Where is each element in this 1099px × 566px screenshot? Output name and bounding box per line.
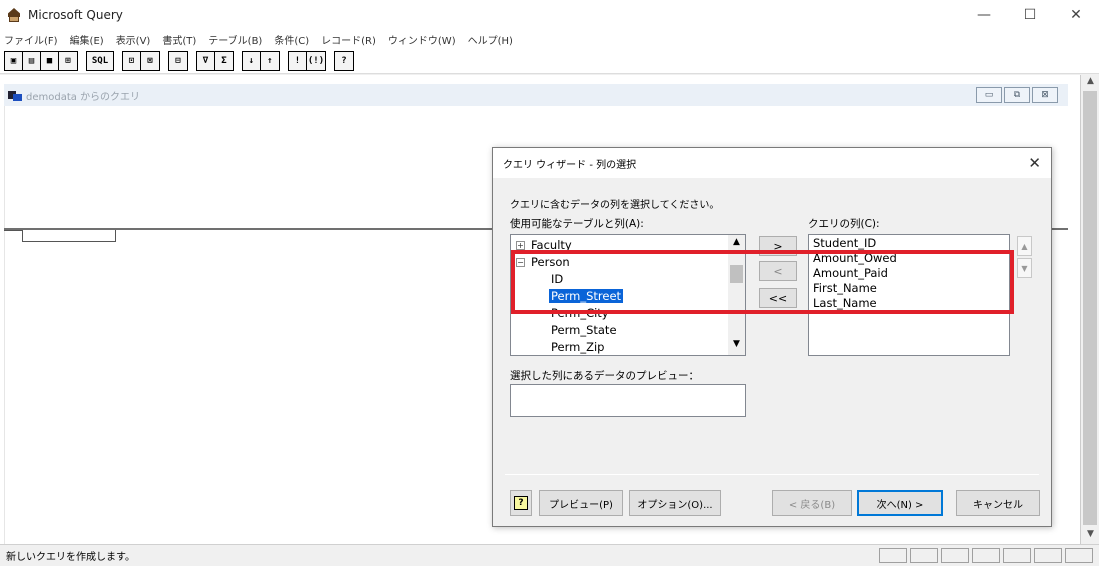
wizard-prompt: クエリに含むデータの列を選択してください。: [510, 200, 720, 211]
criteria-equals-icon[interactable]: ∇: [197, 51, 215, 70]
status-text: 新しいクエリを作成します。: [6, 552, 135, 563]
wizard-help-button[interactable]: ?: [510, 490, 532, 516]
back-button[interactable]: < 戻る(B): [772, 490, 852, 516]
status-panel: [879, 548, 907, 563]
save-icon[interactable]: ■: [41, 51, 59, 70]
toolbar-file-group: ▣ ▤ ■ ⊞: [4, 50, 78, 71]
child-close-icon[interactable]: ⊠: [1032, 87, 1058, 103]
dialog-title-bar: クエリ ウィザード - 列の選択 ✕: [493, 148, 1051, 178]
window-title: Microsoft Query: [28, 8, 123, 22]
menu-file[interactable]: ファイル(F): [4, 32, 58, 47]
grid-line: [4, 230, 22, 231]
next-button[interactable]: 次へ(N) >: [857, 490, 943, 516]
highlight-box: [511, 250, 1014, 314]
sql-icon[interactable]: SQL: [87, 51, 113, 70]
menu-criteria[interactable]: 条件(C): [274, 32, 309, 47]
close-icon[interactable]: ✕: [1053, 0, 1099, 30]
toolbar-sort-group: ↓ ↑: [242, 50, 280, 71]
tree-scroll-down-icon[interactable]: ▼: [728, 339, 745, 353]
tree-item-perm-state[interactable]: Perm_State: [551, 323, 617, 337]
minimize-icon[interactable]: —: [961, 0, 1007, 30]
status-panel: [972, 548, 1000, 563]
sort-descending-icon[interactable]: ↑: [261, 51, 279, 70]
menu-table[interactable]: テーブル(B): [208, 32, 262, 47]
return-data-icon[interactable]: ⊞: [59, 51, 77, 70]
query-window-controls: ▭ ⧉ ⊠: [974, 87, 1058, 103]
child-minimize-icon[interactable]: ▭: [976, 87, 1002, 103]
toolbar-criteria-group: ∇ Σ: [196, 50, 234, 71]
add-tables-icon[interactable]: ⊟: [169, 51, 187, 70]
child-restore-icon[interactable]: ⧉: [1004, 87, 1030, 103]
menu-view[interactable]: 表示(V): [116, 32, 151, 47]
window-controls: — ☐ ✕: [961, 0, 1099, 30]
title-bar: Microsoft Query — ☐ ✕: [0, 0, 1099, 30]
status-panel: [1034, 548, 1062, 563]
menu-window[interactable]: ウィンドウ(W): [388, 32, 456, 47]
query-wizard-dialog: クエリ ウィザード - 列の選択 ✕ クエリに含むデータの列を選択してください。…: [492, 147, 1052, 527]
query-now-icon[interactable]: !: [289, 51, 307, 70]
query-window-title-bar: demodata からのクエリ ▭ ⧉ ⊠: [4, 84, 1068, 106]
options-button[interactable]: オプション(O)...: [629, 490, 721, 516]
scroll-down-icon[interactable]: ▼: [1081, 529, 1099, 543]
show-criteria-icon[interactable]: ⊠: [141, 51, 159, 70]
dialog-close-icon[interactable]: ✕: [1028, 154, 1041, 172]
preview-button[interactable]: プレビュー(P): [539, 490, 623, 516]
toolbar-run-group: ! (!): [288, 50, 326, 71]
toolbar-sql-group: SQL: [86, 50, 114, 71]
tree-scroll-up-icon[interactable]: ▲: [728, 237, 745, 251]
help-icon[interactable]: ?: [335, 51, 353, 70]
toolbar-add-table-group: ⊟: [168, 50, 188, 71]
preview-box: [510, 384, 746, 417]
help-icon: ?: [514, 496, 528, 510]
cycle-totals-icon[interactable]: Σ: [215, 51, 233, 70]
status-panel: [1065, 548, 1093, 563]
status-panel: [941, 548, 969, 563]
status-panel: [910, 548, 938, 563]
dialog-separator: [505, 474, 1039, 475]
auto-query-icon[interactable]: (!): [307, 51, 325, 70]
tree-item-perm-zip[interactable]: Perm_Zip: [551, 340, 604, 354]
toolbar-help-group: ?: [334, 50, 354, 71]
menu-bar: ファイル(F) 編集(E) 表示(V) 書式(T) テーブル(B) 条件(C) …: [0, 30, 1099, 48]
move-up-button[interactable]: ▲: [1017, 236, 1032, 256]
expand-icon[interactable]: +: [516, 241, 525, 250]
new-query-icon[interactable]: ▣: [5, 51, 23, 70]
menu-edit[interactable]: 編集(E): [70, 32, 104, 47]
scroll-thumb[interactable]: [1083, 91, 1097, 525]
show-tables-icon[interactable]: ⊡: [123, 51, 141, 70]
query-window-icon: [8, 89, 22, 101]
scroll-up-icon[interactable]: ▲: [1081, 76, 1099, 90]
query-column-item[interactable]: Student_ID: [813, 236, 876, 250]
menu-format[interactable]: 書式(T): [162, 32, 196, 47]
sort-ascending-icon[interactable]: ↓: [243, 51, 261, 70]
status-panel: [1003, 548, 1031, 563]
status-panels: [876, 548, 1093, 563]
maximize-icon[interactable]: ☐: [1007, 0, 1053, 30]
open-query-icon[interactable]: ▤: [23, 51, 41, 70]
toolbar: ▣ ▤ ■ ⊞ SQL ⊡ ⊠ ⊟ ∇ Σ ↓ ↑ ! (!) ?: [0, 48, 1099, 74]
preview-label: 選択した列にあるデータのプレビュー：: [510, 370, 699, 382]
status-bar: 新しいクエリを作成します。: [0, 544, 1099, 566]
query-columns-label: クエリの列(C):: [808, 218, 880, 230]
grid-header-cell[interactable]: [22, 230, 116, 242]
move-down-button[interactable]: ▼: [1017, 258, 1032, 278]
cancel-button[interactable]: キャンセル: [956, 490, 1040, 516]
toolbar-pane-group: ⊡ ⊠: [122, 50, 160, 71]
query-window-title: demodata からのクエリ: [26, 91, 141, 103]
available-columns-label: 使用可能なテーブルと列(A):: [510, 218, 644, 230]
app-icon: [6, 7, 22, 23]
dialog-title: クエリ ウィザード - 列の選択: [503, 159, 637, 171]
menu-help[interactable]: ヘルプ(H): [468, 32, 513, 47]
mdi-vertical-scrollbar[interactable]: ▲ ▼: [1080, 75, 1099, 544]
menu-records[interactable]: レコード(R): [321, 32, 376, 47]
